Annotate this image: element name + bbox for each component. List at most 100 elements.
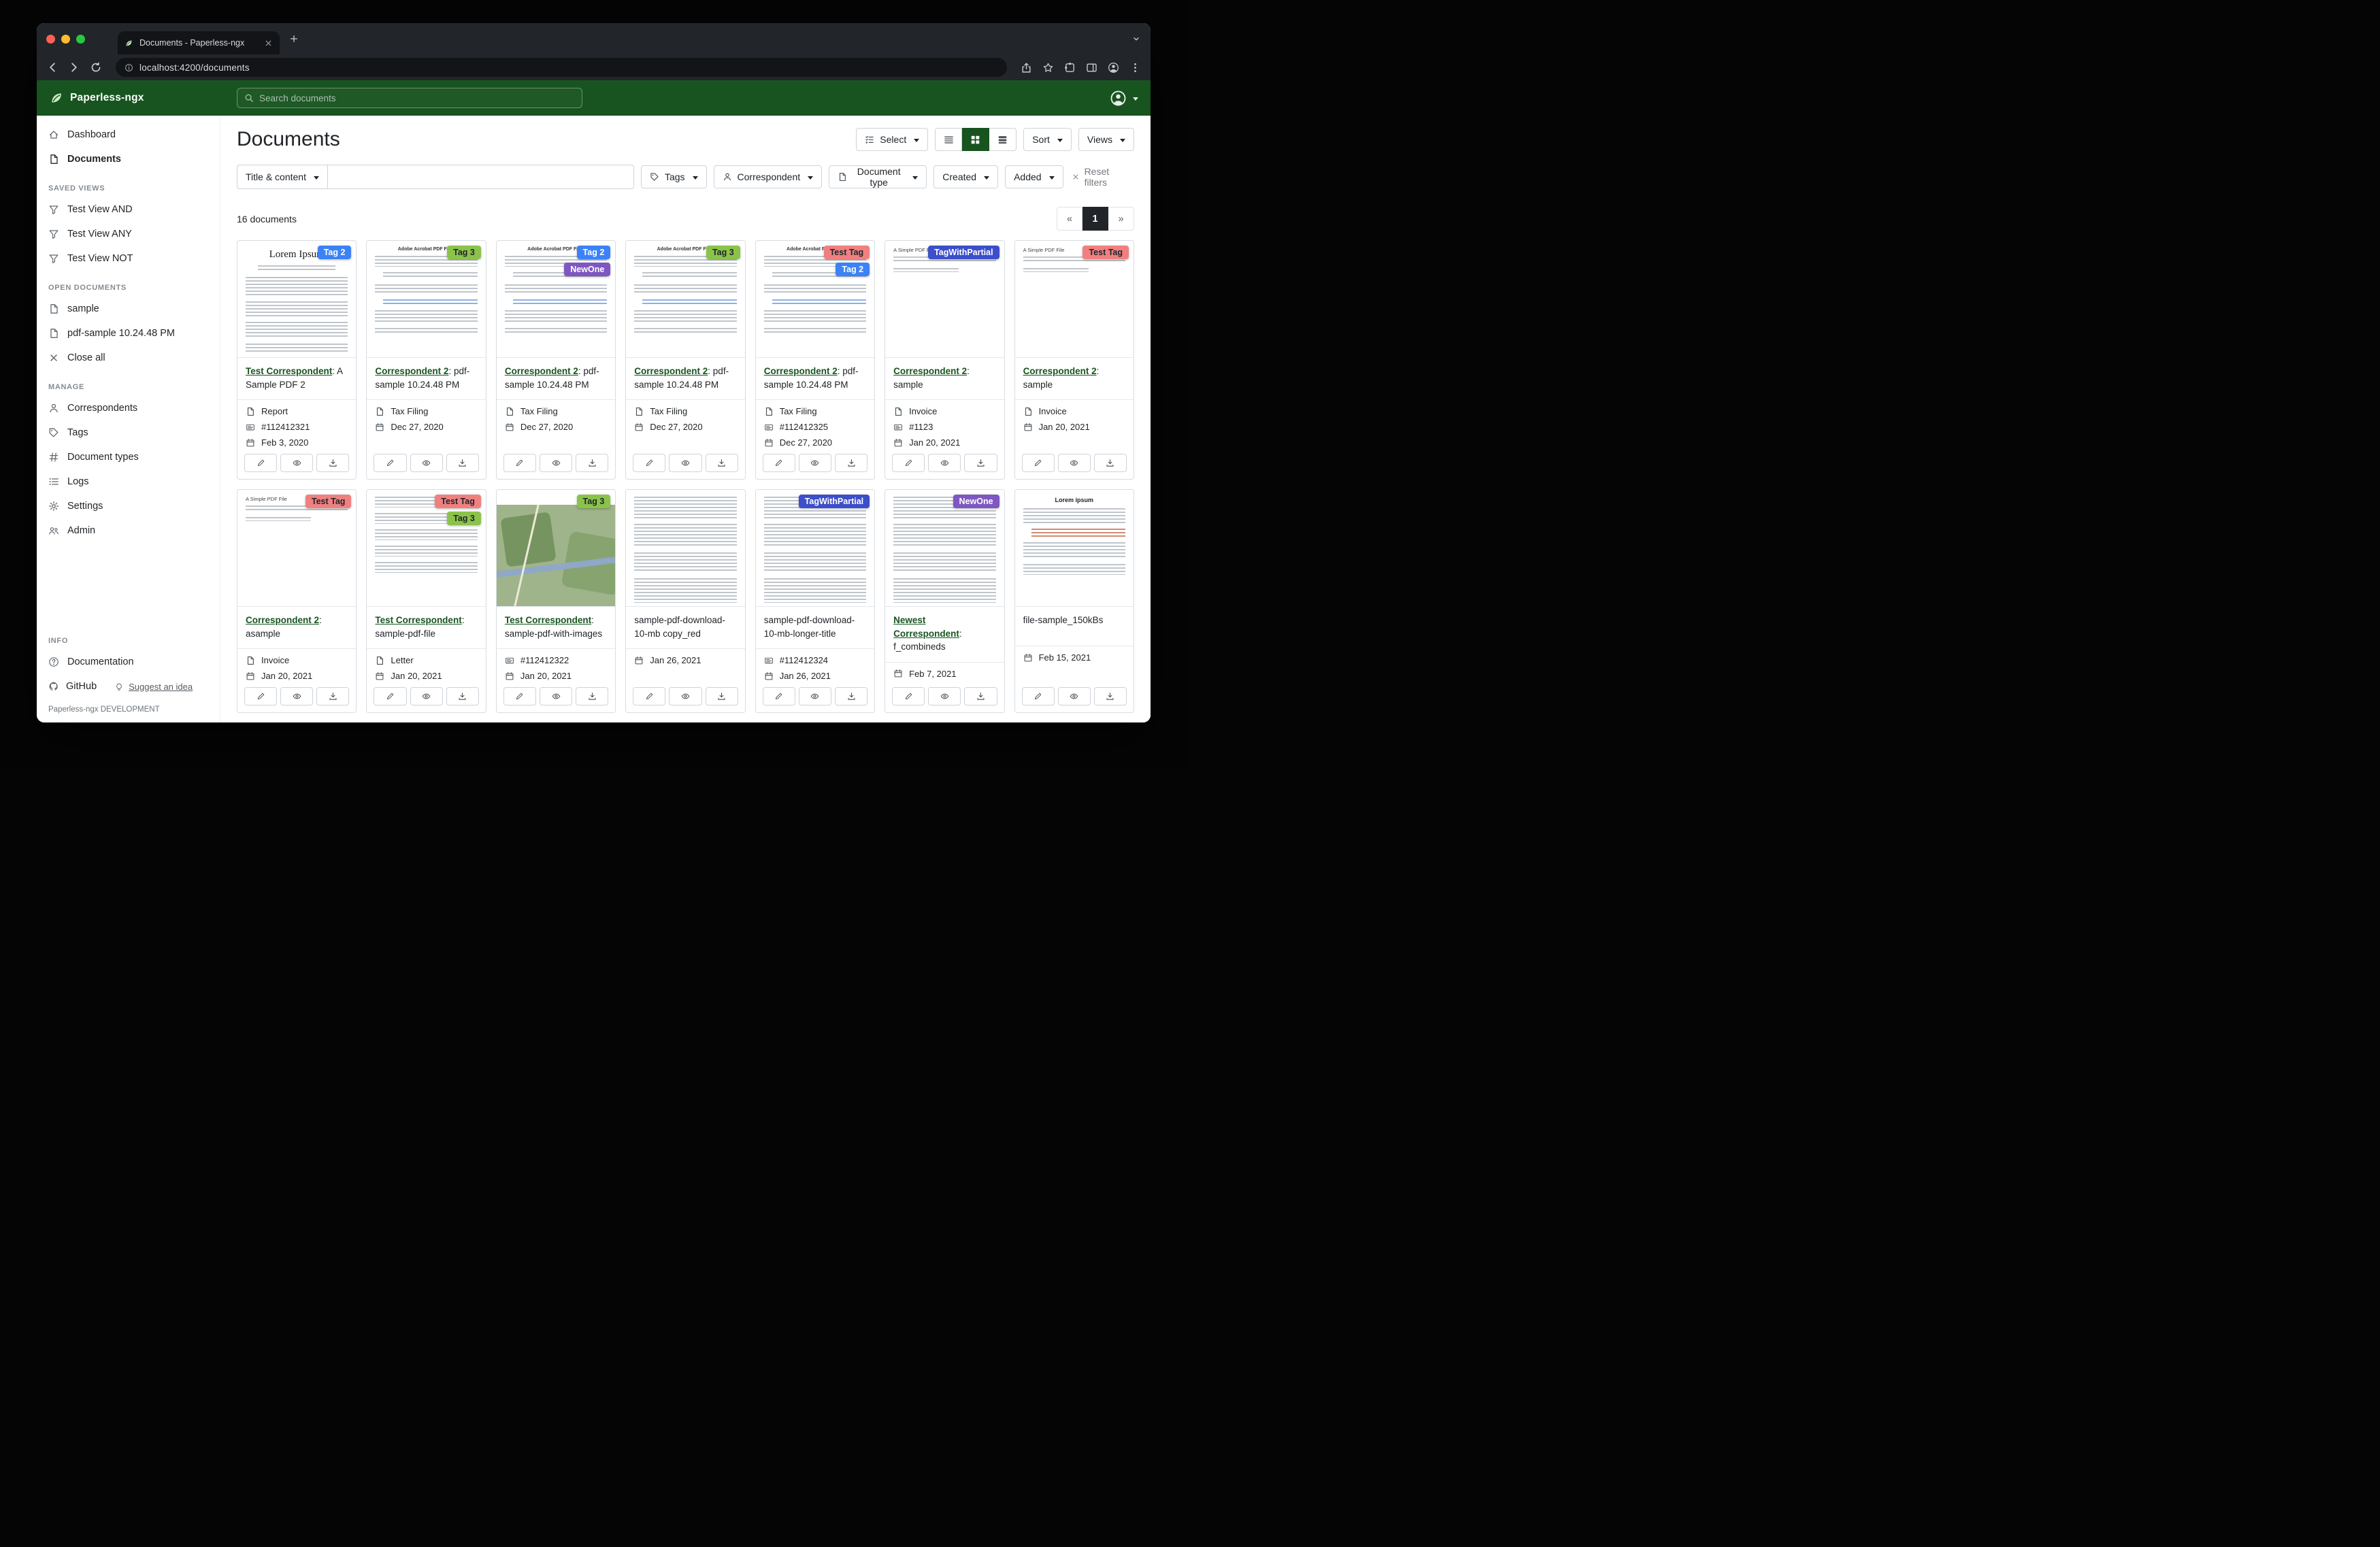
document-thumbnail[interactable] (626, 490, 744, 607)
window-minimize-button[interactable] (61, 35, 70, 44)
view-button[interactable] (799, 454, 831, 472)
sidebar-item-documents[interactable]: Documents (37, 147, 220, 171)
document-thumbnail[interactable]: Adobe Acrobat PDF Files Tag 2NewOne (497, 241, 615, 358)
tag-badge-tag-2[interactable]: Tag 2 (318, 246, 352, 259)
sidebar-item-document-types[interactable]: Document types (37, 445, 220, 469)
edit-button[interactable] (763, 454, 795, 472)
search-input[interactable] (259, 93, 575, 103)
pagination-next-button[interactable]: » (1108, 207, 1134, 231)
sidebar-item-admin[interactable]: Admin (37, 518, 220, 543)
forward-icon[interactable] (68, 61, 80, 73)
download-button[interactable] (1094, 454, 1127, 472)
correspondent-link[interactable]: Test Correspondent (246, 366, 332, 376)
tab-close-icon[interactable] (264, 39, 273, 48)
view-button[interactable] (540, 454, 572, 472)
tag-badge-tag-3[interactable]: Tag 3 (706, 246, 740, 259)
suggest-idea-link[interactable]: Suggest an idea (114, 682, 193, 692)
document-thumbnail[interactable]: A Simple PDF File Test Tag (237, 490, 356, 607)
document-type-row[interactable]: Tax Filing (505, 406, 607, 416)
filter-tags-button[interactable]: Tags (641, 165, 707, 188)
document-title[interactable]: Correspondent 2: asample (237, 607, 356, 649)
tag-badge-newone[interactable]: NewOne (953, 495, 999, 508)
address-bar[interactable]: localhost:4200/documents (116, 58, 1007, 77)
edit-button[interactable] (892, 454, 925, 472)
document-title[interactable]: Test Correspondent: sample-pdf-with-imag… (497, 607, 615, 649)
extensions-icon[interactable] (1064, 62, 1076, 73)
sidebar-item-test-view-any[interactable]: Test View ANY (37, 222, 220, 246)
sort-button[interactable]: Sort (1023, 128, 1072, 151)
edit-button[interactable] (374, 687, 406, 705)
correspondent-link[interactable]: Correspondent 2 (1023, 366, 1097, 376)
view-button[interactable] (669, 687, 701, 705)
correspondent-link[interactable]: Newest Correspondent (893, 615, 959, 639)
filter-query-input[interactable] (328, 165, 634, 189)
view-mode-list-button[interactable] (935, 128, 962, 151)
document-title[interactable]: file-sample_150kBs (1015, 607, 1134, 646)
document-thumbnail[interactable]: Adobe Acrobat PDF Files Tag 3 (367, 241, 485, 358)
views-button[interactable]: Views (1078, 128, 1134, 151)
view-mode-grid-button[interactable] (962, 128, 989, 151)
sidebar-item-settings[interactable]: Settings (37, 494, 220, 518)
view-mode-details-button[interactable] (989, 128, 1017, 151)
document-thumbnail[interactable]: Adobe Acrobat PDF Files Tag 3 (626, 241, 744, 358)
app-logo[interactable]: Paperless-ngx (49, 90, 144, 105)
edit-button[interactable] (633, 687, 665, 705)
document-type-row[interactable]: Invoice (1023, 406, 1125, 416)
download-button[interactable] (964, 687, 997, 705)
tag-badge-tagwithpartial[interactable]: TagWithPartial (799, 495, 870, 508)
browser-tab[interactable]: Documents - Paperless-ngx (118, 31, 280, 54)
correspondent-link[interactable]: Correspondent 2 (505, 366, 578, 376)
view-button[interactable] (280, 687, 313, 705)
download-button[interactable] (576, 687, 608, 705)
edit-button[interactable] (1022, 454, 1055, 472)
download-button[interactable] (446, 687, 479, 705)
tag-badge-test-tag[interactable]: Test Tag (305, 495, 352, 508)
view-button[interactable] (928, 687, 961, 705)
view-button[interactable] (928, 454, 961, 472)
document-title[interactable]: Correspondent 2: pdf-sample 10.24.48 PM (626, 358, 744, 400)
sidebar-item-test-view-and[interactable]: Test View AND (37, 197, 220, 222)
browser-profile-icon[interactable] (1108, 62, 1119, 73)
tag-badge-tag-3[interactable]: Tag 3 (577, 495, 611, 508)
window-close-button[interactable] (46, 35, 55, 44)
edit-button[interactable] (1022, 687, 1055, 705)
download-button[interactable] (316, 687, 349, 705)
document-type-row[interactable]: Report (246, 406, 348, 416)
document-title[interactable]: Test Correspondent: sample-pdf-file (367, 607, 485, 649)
user-menu-button[interactable] (1110, 90, 1138, 107)
document-thumbnail[interactable]: NewOne (885, 490, 1004, 607)
document-title[interactable]: Correspondent 2: sample (885, 358, 1004, 400)
view-button[interactable] (1058, 687, 1091, 705)
filter-correspondent-button[interactable]: Correspondent (714, 165, 823, 188)
tag-badge-tag-2[interactable]: Tag 2 (577, 246, 611, 259)
document-title[interactable]: Correspondent 2: pdf-sample 10.24.48 PM (756, 358, 874, 400)
document-thumbnail[interactable]: Lorem Ipsum Tag 2 (237, 241, 356, 358)
pagination-prev-button[interactable]: « (1057, 207, 1082, 231)
sidebar-item-tags[interactable]: Tags (37, 420, 220, 445)
share-icon[interactable] (1021, 62, 1032, 73)
document-type-row[interactable]: Tax Filing (634, 406, 736, 416)
tag-badge-tagwithpartial[interactable]: TagWithPartial (928, 246, 999, 259)
tag-badge-tag-3[interactable]: Tag 3 (447, 246, 481, 259)
search-field-selector[interactable]: Title & content (237, 165, 328, 189)
correspondent-link[interactable]: Correspondent 2 (246, 615, 319, 625)
filter-added-button[interactable]: Added (1005, 165, 1063, 188)
view-button[interactable] (410, 687, 443, 705)
correspondent-link[interactable]: Test Correspondent (505, 615, 591, 625)
download-button[interactable] (446, 454, 479, 472)
document-thumbnail[interactable]: A Simple PDF File TagWithPartial (885, 241, 1004, 358)
edit-button[interactable] (244, 454, 277, 472)
document-thumbnail[interactable]: Test TagTag 3 (367, 490, 485, 607)
filter-document-type-button[interactable]: Document type (829, 165, 927, 188)
tag-badge-tag-2[interactable]: Tag 2 (836, 263, 870, 276)
edit-button[interactable] (244, 687, 277, 705)
select-button[interactable]: Select (856, 128, 928, 151)
sidebar-item-test-view-not[interactable]: Test View NOT (37, 246, 220, 271)
view-button[interactable] (1058, 454, 1091, 472)
document-title[interactable]: Newest Correspondent: f_combineds (885, 607, 1004, 663)
document-type-row[interactable]: Invoice (893, 406, 995, 416)
view-button[interactable] (540, 687, 572, 705)
correspondent-link[interactable]: Correspondent 2 (375, 366, 448, 376)
download-button[interactable] (964, 454, 997, 472)
download-button[interactable] (835, 687, 867, 705)
